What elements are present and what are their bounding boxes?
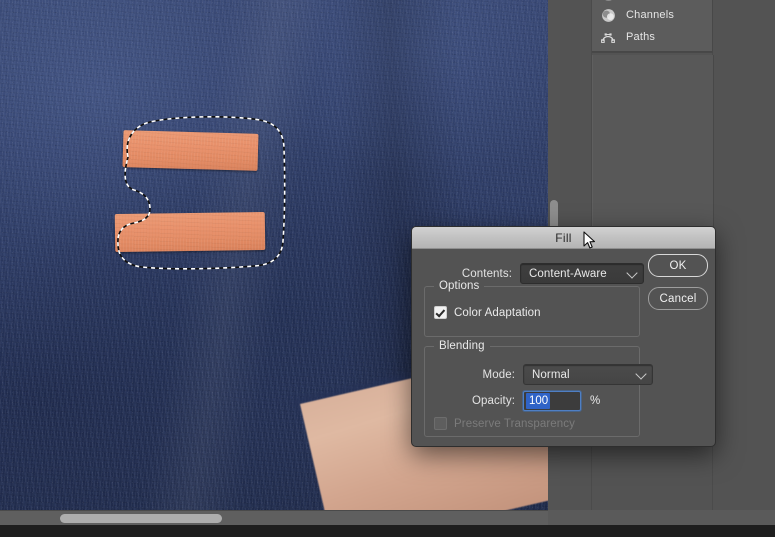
preserve-transparency-row: Preserve Transparency [434,417,575,430]
color-adaptation-row[interactable]: Color Adaptation [434,306,541,319]
mode-row: Mode: Normal [413,364,653,385]
contents-select-value: Content-Aware [521,268,607,280]
mode-label: Mode: [413,369,515,381]
panel-menu-item-paths[interactable]: Paths [592,26,712,48]
ok-button[interactable]: OK [648,254,708,277]
photoshop-screenshot: Layers Channels [0,0,775,537]
opacity-unit: % [590,395,600,407]
panel-menu-item-channels[interactable]: Channels [592,4,712,26]
opacity-input[interactable]: 100 [523,391,581,411]
window-bottom-edge [0,525,775,537]
selection-marching-ants [104,113,290,273]
canvas-horizontal-scrollbar[interactable] [0,510,548,526]
opacity-label: Opacity: [413,395,515,407]
mode-select-value: Normal [524,369,570,381]
dialog-title: Fill [555,231,572,245]
contents-select[interactable]: Content-Aware [520,263,644,284]
panel-menu-label-channels: Channels [626,9,674,21]
opacity-input-value: 100 [526,393,550,409]
dialog-titlebar[interactable]: Fill [412,227,715,249]
channels-icon [600,7,617,24]
blending-group-title: Blending [434,340,490,352]
options-group: Options Color Adaptation [424,286,640,337]
paths-icon [600,29,617,46]
chevron-down-icon [635,368,646,379]
options-group-title: Options [434,280,484,292]
blending-group: Blending Mode: Normal Opacity: 100 % Pre… [424,346,640,437]
color-adaptation-label: Color Adaptation [454,307,541,319]
color-adaptation-checkbox[interactable] [434,306,447,319]
panel-menu-label-paths: Paths [626,31,655,43]
mode-select[interactable]: Normal [523,364,653,385]
contents-label: Contents: [426,268,512,280]
cancel-button[interactable]: Cancel [648,287,708,310]
mouse-cursor [583,231,596,250]
chevron-down-icon [626,267,637,278]
horizontal-scrollbar-thumb[interactable] [60,514,222,523]
opacity-row: Opacity: 100 % [413,391,600,411]
layers-icon [600,0,617,2]
preserve-transparency-checkbox [434,417,447,430]
preserve-transparency-label: Preserve Transparency [454,418,575,430]
panel-menu-separator [592,51,712,52]
panel-menu-flyout[interactable]: Layers Channels [592,0,713,53]
